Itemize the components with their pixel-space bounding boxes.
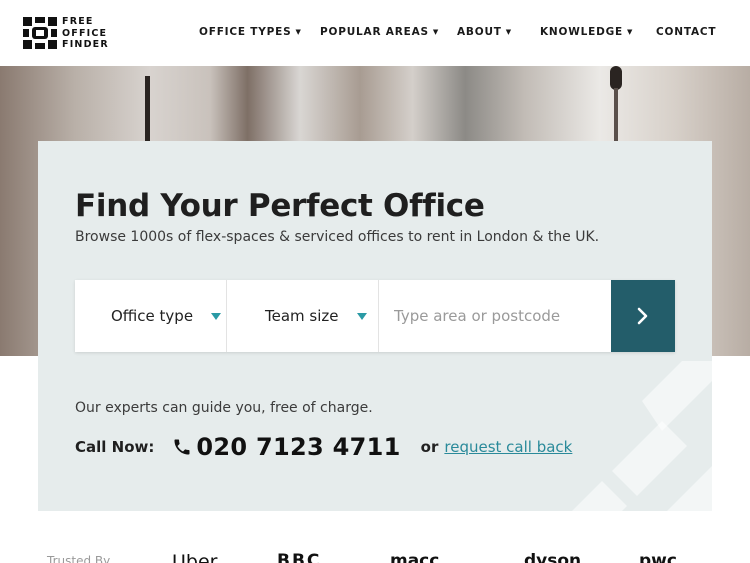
logo-line: FREE [62,16,94,27]
search-submit-button[interactable] [611,280,675,352]
nav-label: CONTACT [656,26,717,38]
trusted-by-row: Trusted By Uber BBC macc dyson pwc [0,548,750,563]
brand-logo-dyson: dyson [524,551,582,563]
page-subtitle: Browse 1000s of flex-spaces & serviced o… [75,229,600,245]
hero-photo-detail [610,66,622,90]
location-input[interactable] [394,307,604,325]
dropdown-arrow-icon [211,312,222,320]
caret-down-icon: ▼ [432,28,440,36]
logo-line: FINDER [62,39,109,50]
team-size-label: Team size [265,307,339,325]
nav-office-types[interactable]: OFFICE TYPES ▼ [199,26,320,38]
logo-line: OFFICE [62,27,108,39]
hero-photo-detail [614,88,618,148]
nav-label: ABOUT [457,26,502,38]
caret-down-icon: ▼ [295,28,302,36]
decorative-pattern [572,361,712,511]
nav-knowledge[interactable]: KNOWLEDGE ▼ [540,26,656,38]
location-field [379,280,611,352]
nav-popular-areas[interactable]: POPULAR AREAS ▼ [320,26,457,38]
guide-text: Our experts can guide you, free of charg… [75,400,373,416]
page-title: Find Your Perfect Office [75,188,485,224]
site-header: FREE OFFICE FINDER OFFICE TYPES ▼ POPULA… [0,0,750,66]
logo[interactable]: FREE OFFICE FINDER [23,16,109,51]
nav-contact[interactable]: CONTACT [656,26,716,38]
trusted-label: Trusted By [47,554,111,563]
search-card: Find Your Perfect Office Browse 1000s of… [38,141,712,511]
phone-icon [174,439,190,455]
or-text: or [420,438,439,456]
nav-label: KNOWLEDGE [540,26,624,38]
caret-down-icon: ▼ [627,28,634,36]
brand-logo-uber: Uber [172,551,218,563]
phone-number[interactable]: 020 7123 4711 [196,433,400,461]
brand-logo-macc: macc [390,551,440,563]
logo-mark-icon [23,17,57,50]
logo-text: FREE OFFICE FINDER [62,16,109,51]
caret-down-icon: ▼ [505,28,512,36]
brand-logo-pwc: pwc [639,551,677,563]
call-label: Call Now: [75,438,155,456]
request-callback-link[interactable]: request call back [444,438,572,456]
brand-logo-bbc: BBC [277,551,322,563]
nav-label: OFFICE TYPES [199,26,292,38]
call-row: Call Now: 020 7123 4711 or request call … [75,431,572,463]
office-type-label: Office type [111,307,194,325]
chevron-right-icon [637,307,648,325]
team-size-select[interactable]: Team size [227,280,379,352]
nav-about[interactable]: ABOUT ▼ [457,26,540,38]
dropdown-arrow-icon [356,312,367,320]
search-bar: Office type Team size [75,280,675,352]
main-nav: OFFICE TYPES ▼ POPULAR AREAS ▼ ABOUT ▼ K… [199,26,716,38]
office-type-select[interactable]: Office type [75,280,227,352]
nav-label: POPULAR AREAS [320,26,429,38]
